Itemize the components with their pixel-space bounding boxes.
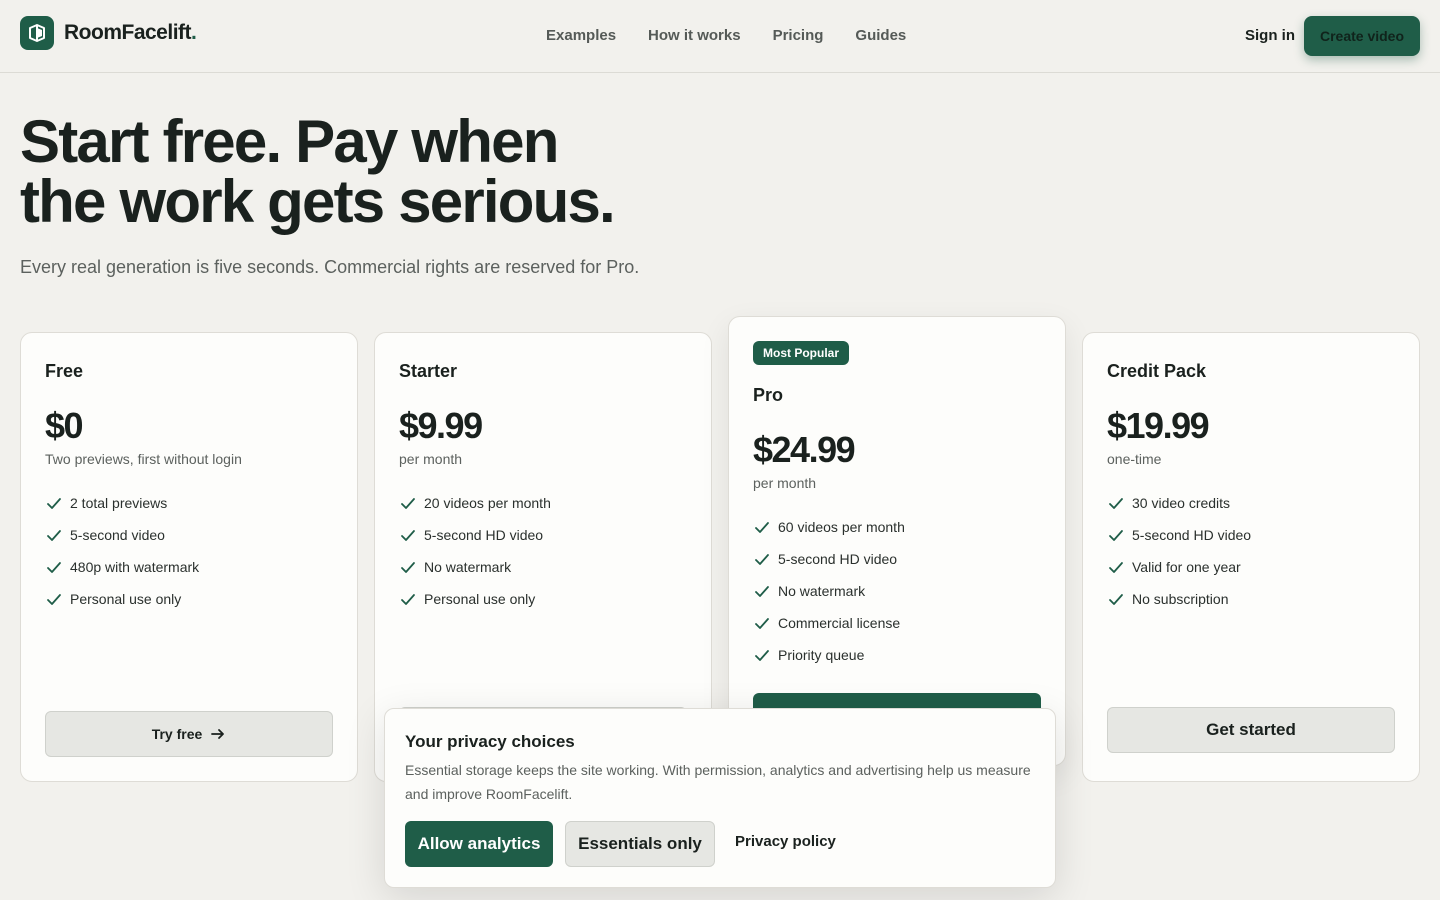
- most-popular-badge: Most Popular: [753, 341, 850, 365]
- feature-item: 2 total previews: [45, 487, 199, 519]
- feature-text: 5-second video: [70, 527, 165, 543]
- main-nav: Examples How it works Pricing Guides: [530, 27, 922, 44]
- nav-link-examples[interactable]: Examples: [530, 27, 632, 44]
- check-icon: [45, 527, 62, 544]
- feature-item: 5-second HD video: [399, 519, 551, 551]
- allow-analytics-button[interactable]: Allow analytics: [405, 821, 553, 867]
- feature-text: No watermark: [778, 583, 866, 599]
- feature-item: No watermark: [399, 551, 551, 583]
- privacy-policy-link[interactable]: Privacy policy: [735, 833, 836, 850]
- logo-icon: [20, 16, 54, 50]
- feature-text: 60 videos per month: [778, 519, 905, 535]
- feature-text: Valid for one year: [1132, 559, 1241, 575]
- check-icon: [753, 583, 770, 600]
- plan-price-note: per month: [753, 475, 817, 491]
- nav-link-guides[interactable]: Guides: [839, 27, 922, 44]
- check-icon: [45, 495, 62, 512]
- brand-dot: .: [191, 21, 197, 44]
- page-subtitle: Every real generation is five seconds. C…: [20, 257, 640, 277]
- plan-price-note: per month: [399, 451, 463, 467]
- feature-text: 20 videos per month: [424, 495, 551, 511]
- check-icon: [45, 591, 62, 608]
- plan-price: $0: [45, 405, 84, 446]
- check-icon: [399, 559, 416, 576]
- feature-text: Personal use only: [70, 591, 182, 607]
- page-title: Start free. Pay when the work gets serio…: [20, 112, 720, 232]
- check-icon: [1107, 495, 1124, 512]
- feature-item: 60 videos per month: [753, 511, 905, 543]
- feature-text: 5-second HD video: [424, 527, 544, 543]
- check-icon: [1107, 591, 1124, 608]
- feature-item: Commercial license: [753, 607, 905, 639]
- check-icon: [1107, 559, 1124, 576]
- check-icon: [753, 519, 770, 536]
- feature-text: 480p with watermark: [70, 559, 200, 575]
- feature-list: 2 total previews 5-second video 480p wit…: [45, 487, 199, 615]
- try-free-label: Try free: [151, 726, 203, 742]
- feature-item: 20 videos per month: [399, 487, 551, 519]
- nav-link-pricing[interactable]: Pricing: [757, 27, 840, 44]
- plan-price: $19.99: [1107, 405, 1210, 446]
- plan-price: $24.99: [753, 429, 856, 470]
- plan-price: $9.99: [399, 405, 483, 446]
- try-free-button[interactable]: Try free: [45, 711, 333, 757]
- privacy-dialog-title: Your privacy choices: [405, 732, 575, 751]
- feature-text: 5-second HD video: [1132, 527, 1252, 543]
- feature-item: Valid for one year: [1107, 551, 1251, 583]
- feature-text: 2 total previews: [70, 495, 168, 511]
- top-navigation-bar: RoomFacelift. Examples How it works Pric…: [0, 0, 1440, 73]
- check-icon: [753, 551, 770, 568]
- feature-item: Priority queue: [753, 639, 905, 671]
- brand-name: RoomFacelift.: [64, 21, 197, 45]
- feature-text: 5-second HD video: [778, 551, 898, 567]
- plan-price-note: Two previews, first without login: [45, 451, 242, 467]
- privacy-dialog-body: Essential storage keeps the site working…: [405, 762, 1031, 802]
- feature-text: Commercial license: [778, 615, 901, 631]
- plan-name: Free: [45, 361, 84, 381]
- feature-list: 20 videos per month 5-second HD video No…: [399, 487, 551, 615]
- check-icon: [1107, 527, 1124, 544]
- feature-item: No watermark: [753, 575, 905, 607]
- feature-item: 480p with watermark: [45, 551, 199, 583]
- nav-link-how-it-works[interactable]: How it works: [632, 27, 757, 44]
- plan-name: Pro: [753, 385, 784, 405]
- create-video-button[interactable]: Create video: [1304, 16, 1420, 56]
- feature-item: 5-second video: [45, 519, 199, 551]
- check-icon: [45, 559, 62, 576]
- feature-item: 5-second HD video: [1107, 519, 1251, 551]
- feature-text: No watermark: [424, 559, 512, 575]
- feature-item: Personal use only: [45, 583, 199, 615]
- check-icon: [753, 615, 770, 632]
- privacy-dialog: Your privacy choices Essential storage k…: [384, 708, 1056, 888]
- feature-item: 5-second HD video: [753, 543, 905, 575]
- feature-item: 30 video credits: [1107, 487, 1251, 519]
- feature-item: No subscription: [1107, 583, 1251, 615]
- check-icon: [753, 647, 770, 664]
- check-icon: [399, 527, 416, 544]
- page-title-line-2: the work gets serious.: [20, 168, 616, 235]
- get-started-button[interactable]: Get started: [1107, 707, 1395, 753]
- feature-text: Priority queue: [778, 647, 865, 663]
- plan-card-free: Free $0 Two previews, first without logi…: [20, 332, 358, 782]
- essentials-only-button[interactable]: Essentials only: [565, 821, 715, 867]
- plan-name: Credit Pack: [1107, 361, 1207, 381]
- plan-card-credit-pack: Credit Pack $19.99 one-time 30 video cre…: [1082, 332, 1420, 782]
- check-icon: [399, 495, 416, 512]
- feature-text: 30 video credits: [1132, 495, 1231, 511]
- brand-name-text: RoomFacelift: [64, 21, 192, 44]
- brand-logo-link[interactable]: RoomFacelift.: [20, 16, 197, 50]
- page-title-line-1: Start free. Pay when: [20, 108, 559, 175]
- sign-in-link[interactable]: Sign in: [1245, 27, 1295, 44]
- feature-text: Personal use only: [424, 591, 536, 607]
- feature-list: 30 video credits 5-second HD video Valid…: [1107, 487, 1251, 615]
- feature-item: Personal use only: [399, 583, 551, 615]
- plan-price-note: one-time: [1107, 451, 1162, 467]
- check-icon: [399, 591, 416, 608]
- feature-text: No subscription: [1132, 591, 1229, 607]
- plan-name: Starter: [399, 361, 458, 381]
- feature-list: 60 videos per month 5-second HD video No…: [753, 511, 905, 671]
- plan-card-pro: Most Popular Pro $24.99 per month 60 vid…: [728, 316, 1066, 766]
- arrow-right-icon: [210, 726, 226, 742]
